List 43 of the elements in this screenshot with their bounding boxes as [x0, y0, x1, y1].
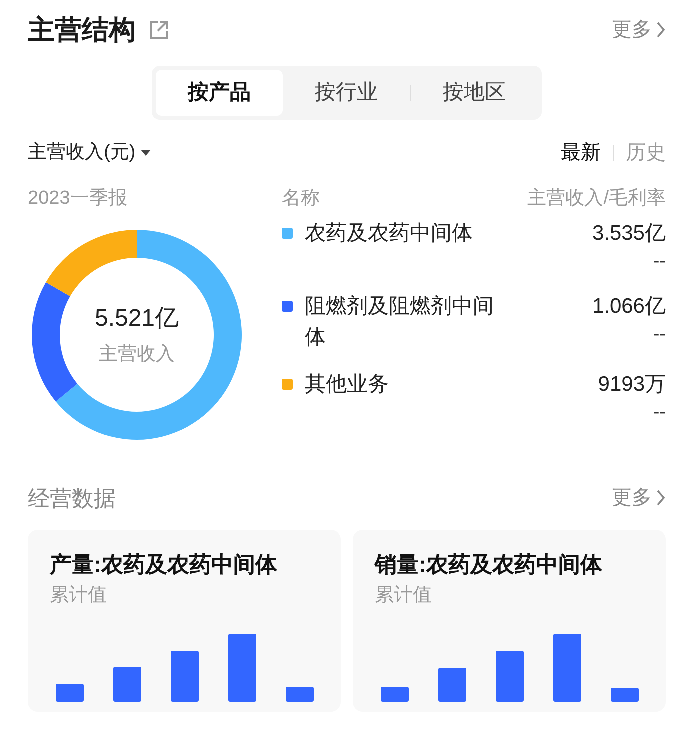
- card-subtitle: 累计值: [375, 584, 433, 608]
- legend-name: 农药及农药中间体: [305, 221, 474, 247]
- bar: [381, 687, 409, 702]
- revenue-value: 3.535亿: [592, 221, 666, 247]
- column-header: 2023一季报: [28, 186, 128, 211]
- bar: [228, 634, 256, 702]
- total-value: 5.521亿: [94, 304, 180, 334]
- section-title: 主营结构: [28, 14, 136, 47]
- legend-name: 阻燃剂及阻燃剂中间体: [305, 294, 495, 351]
- metric-dropdown[interactable]: 主营收入(元): [28, 138, 152, 168]
- margin-value: --: [653, 250, 666, 274]
- card-subtitle: 累计值: [50, 584, 108, 608]
- caret-down-icon: [140, 149, 152, 157]
- period-option[interactable]: 最新: [561, 138, 601, 168]
- legend-name: 其他业务: [305, 372, 390, 398]
- bar: [554, 634, 582, 702]
- bar: [438, 668, 466, 702]
- chevron-right-icon: [656, 489, 666, 507]
- segment-tab[interactable]: 按行业: [283, 70, 410, 116]
- column-header: 名称: [282, 186, 321, 211]
- bar: [286, 687, 314, 702]
- bar: [171, 651, 199, 702]
- segment-tab[interactable]: 按产品: [156, 70, 283, 116]
- bar: [114, 667, 142, 702]
- chevron-right-icon: [656, 21, 666, 39]
- column-header: 主营收入/毛利率: [528, 186, 666, 211]
- margin-value: --: [653, 323, 666, 347]
- revenue-value: 9193万: [598, 372, 666, 398]
- bar: [496, 651, 524, 702]
- margin-value: --: [653, 401, 666, 425]
- card-title: 产量:农药及农药中间体: [50, 551, 278, 579]
- external-link-icon[interactable]: [148, 19, 170, 41]
- data-card[interactable]: 销量:农药及农药中间体 累计值: [353, 530, 666, 712]
- more-link[interactable]: 更多: [612, 483, 666, 513]
- data-card[interactable]: 产量:农药及农药中间体 累计值: [28, 530, 341, 712]
- more-link[interactable]: 更多: [612, 15, 666, 45]
- bar: [56, 684, 84, 702]
- revenue-value: 1.066亿: [592, 294, 666, 320]
- total-label: 主营收入: [99, 342, 175, 367]
- bar: [611, 688, 639, 702]
- card-title: 销量:农药及农药中间体: [375, 551, 604, 579]
- segment-tab[interactable]: 按地区: [411, 70, 538, 116]
- section-title: 经营数据: [28, 484, 116, 512]
